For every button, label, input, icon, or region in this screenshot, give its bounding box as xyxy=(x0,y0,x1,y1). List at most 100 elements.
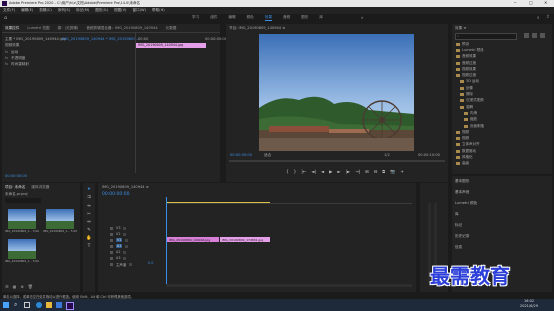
menu-item[interactable]: 标记(M) xyxy=(76,8,89,13)
track-mute-icon[interactable] xyxy=(129,262,133,266)
playback-control-button[interactable]: ◄| xyxy=(311,169,316,175)
project-thumbnail[interactable]: IMG_20190809_1... 5:00 xyxy=(5,239,39,263)
track-toggle-icon[interactable] xyxy=(110,256,113,260)
track-toggle-icon[interactable] xyxy=(110,262,113,266)
playback-control-button[interactable]: ⊟ xyxy=(374,169,378,175)
master-clip-label[interactable]: 主要 * IMG_20190809_140944.jpg xyxy=(5,37,66,42)
panel-list-item[interactable]: 信息 xyxy=(455,245,549,256)
effects-search[interactable]: ⌕ xyxy=(455,33,517,40)
track-toggle-icon[interactable] xyxy=(110,250,113,254)
panel-list-item[interactable]: 基本声音 xyxy=(455,190,549,201)
track-mute-icon[interactable] xyxy=(123,250,127,254)
project-thumbnail[interactable]: IMG_20190809_1... 5:00 xyxy=(5,209,39,233)
menu-item[interactable]: 编辑(E) xyxy=(21,8,33,13)
panel-list-item[interactable]: 基本图形 xyxy=(455,179,549,190)
effect-controls-tab[interactable]: 源：(无剪辑) xyxy=(58,26,79,31)
program-zoom-select[interactable]: 1/2 xyxy=(384,153,390,157)
effect-clip-bar[interactable]: IMG_20190809_140944.jpg xyxy=(136,43,206,48)
track-mute-icon[interactable] xyxy=(125,244,129,248)
workspace-more[interactable]: » xyxy=(361,15,363,20)
ripple-edit-icon[interactable]: ⟛ xyxy=(87,203,91,209)
effect-controls-tab[interactable]: Lumetri 范围 xyxy=(27,26,49,31)
workspace-tab[interactable]: 音频 xyxy=(283,15,290,21)
playback-control-button[interactable]: ► xyxy=(337,169,340,175)
track-toggle-icon[interactable] xyxy=(110,238,113,242)
selection-tool-icon[interactable]: ➤ xyxy=(87,187,91,192)
track-toggle-icon[interactable] xyxy=(110,226,113,230)
panel-list-item[interactable]: 标记 xyxy=(455,223,549,234)
accelerated-icon[interactable] xyxy=(532,33,537,38)
taskbar-app-premiere-icon[interactable] xyxy=(66,302,74,310)
track-mute-icon[interactable] xyxy=(123,226,127,230)
menu-item[interactable]: 视图(V) xyxy=(114,8,126,13)
workspace-tab[interactable]: 库 xyxy=(319,15,323,21)
panel-list-item[interactable]: Lumetri 颜色 xyxy=(455,201,549,212)
track-toggle-icon[interactable] xyxy=(110,232,113,236)
playback-control-button[interactable]: } xyxy=(294,169,297,175)
share-icon[interactable]: ⇪ xyxy=(546,15,550,20)
workspace-tab[interactable]: 图形 xyxy=(301,15,308,21)
sequence-clip-label[interactable]: IMG_20190809_140944 * IMG_20190809... xyxy=(62,37,139,41)
playback-control-button[interactable]: ⧉ xyxy=(382,169,385,175)
taskbar-app-edge-icon[interactable] xyxy=(36,302,42,308)
program-fit-select[interactable]: 适合 xyxy=(264,153,271,158)
program-timecode-current[interactable]: 00:00:00:00 xyxy=(230,153,252,157)
hand-tool-icon[interactable]: ✋ xyxy=(86,236,92,241)
taskbar-search-icon[interactable]: ⌕ xyxy=(14,301,17,309)
track-toggle-icon[interactable] xyxy=(110,244,113,248)
playback-control-button[interactable]: →| xyxy=(355,169,360,175)
track-header[interactable]: 主声道 xyxy=(110,261,162,267)
effects-tree-item[interactable]: 高级 xyxy=(456,161,550,167)
workspace-tab[interactable]: 效果 xyxy=(264,15,272,21)
effect-controls-tab[interactable]: 效果控件 xyxy=(5,26,19,31)
track-mute-icon[interactable] xyxy=(123,256,127,260)
track-mute-icon[interactable] xyxy=(123,232,127,236)
new-bin-icon[interactable] xyxy=(524,33,529,38)
taskbar-app-store-icon[interactable] xyxy=(56,302,62,308)
menu-item[interactable]: 图形(G) xyxy=(95,8,108,13)
yuv-icon[interactable] xyxy=(540,33,545,38)
project-tab[interactable]: 媒体浏览器 xyxy=(31,185,49,190)
close-button[interactable]: ✕ xyxy=(544,0,547,5)
timeline-clip-1[interactable]: IMG_20190809_140944.jpg xyxy=(167,237,219,242)
menu-item[interactable]: 窗口(W) xyxy=(132,8,146,13)
effect-row[interactable]: fx 时间重映射 xyxy=(5,61,133,67)
timeline-clip-2[interactable]: IMG_20190809_174801.jpg xyxy=(220,237,270,242)
work-area-bar[interactable] xyxy=(166,202,270,203)
project-search[interactable] xyxy=(5,198,41,203)
menu-item[interactable]: 序列(S) xyxy=(58,8,70,13)
panel-list-item[interactable]: 库 xyxy=(455,212,549,223)
workspace-tab[interactable]: 颜色 xyxy=(247,15,254,21)
slip-tool-icon[interactable]: ⇔ xyxy=(87,220,91,225)
playback-control-button[interactable]: ▶ xyxy=(329,169,332,175)
track-mute-icon[interactable] xyxy=(125,238,129,242)
search-icon[interactable]: ⌕ xyxy=(537,15,540,21)
list-view-icon[interactable]: ☰ xyxy=(5,284,9,289)
icon-view-icon[interactable]: ▦ xyxy=(13,284,17,289)
type-tool-icon[interactable]: T xyxy=(88,244,91,249)
playhead[interactable] xyxy=(166,197,167,287)
timeline-ruler[interactable] xyxy=(166,197,412,204)
razor-tool-icon[interactable]: ✂ xyxy=(87,212,91,217)
master-volume[interactable]: 0.0 xyxy=(148,261,153,265)
timeline-tab[interactable]: IMG_20190809_140944 ≡ xyxy=(102,185,149,189)
panel-list-item[interactable]: 历史记录 xyxy=(455,234,549,245)
workspace-tab[interactable]: 组件 xyxy=(210,15,217,21)
home-icon[interactable]: ⌂ xyxy=(4,15,7,21)
timeline-timecode[interactable]: 00:00:00:00 xyxy=(102,192,129,197)
playback-control-button[interactable]: 📷 xyxy=(390,169,395,175)
track-select-icon[interactable]: ⇉ xyxy=(87,195,91,200)
playback-control-button[interactable]: ◄ xyxy=(321,169,324,175)
workspace-tab[interactable]: 学习 xyxy=(192,15,199,21)
new-item-icon[interactable]: ⊕ xyxy=(20,284,23,289)
playback-control-button[interactable]: + xyxy=(400,169,404,175)
playback-control-button[interactable]: ⊞ xyxy=(365,169,369,175)
playback-control-button[interactable]: |► xyxy=(346,169,351,175)
workspace-tab[interactable]: 编辑 xyxy=(228,15,235,21)
taskview-icon[interactable] xyxy=(24,302,30,308)
menu-item[interactable]: 帮助(H) xyxy=(152,8,165,13)
menu-item[interactable]: 文件(F) xyxy=(3,8,15,13)
project-tab[interactable]: 项目: 未命名 xyxy=(5,185,25,190)
playback-control-button[interactable]: |← xyxy=(301,169,306,175)
maximize-button[interactable]: □ xyxy=(529,0,533,5)
